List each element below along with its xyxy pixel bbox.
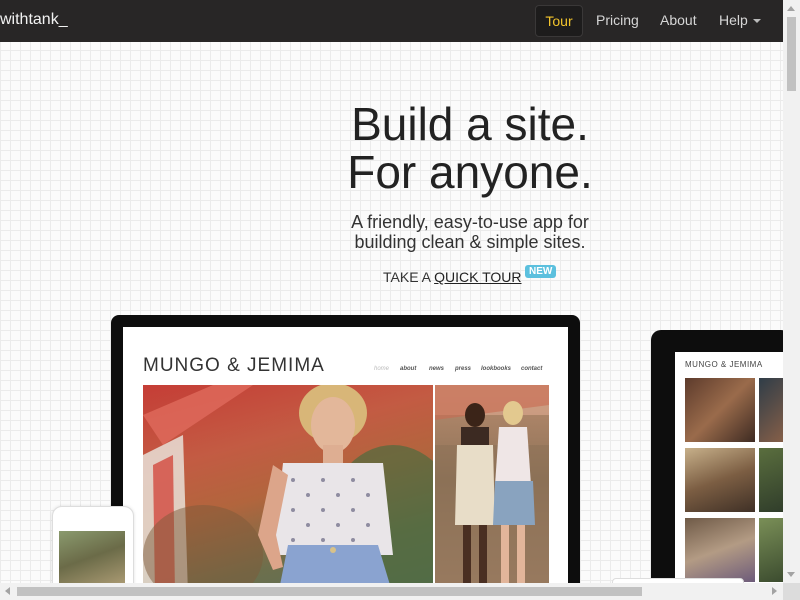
hero-title-line1: Build a site. [351, 98, 589, 150]
showcase-nav-lookbooks: lookbooks [481, 366, 512, 372]
showcase-site-logo: MUNGO & JEMIMA [143, 355, 325, 376]
scrollbar-corner [783, 583, 800, 600]
page-viewport: withtank_ Tour Pricing About Help Build … [0, 0, 783, 583]
nav-tour[interactable]: Tour [535, 5, 583, 37]
vertical-scrollbar[interactable] [783, 0, 800, 583]
cta-prefix: TAKE A [383, 269, 431, 285]
tablet-mockup: MUNGO & JEMIMA [651, 330, 783, 583]
nav-help-label: Help [719, 12, 748, 28]
scroll-right-icon[interactable] [772, 587, 777, 595]
brand-logo[interactable]: withtank_ [0, 11, 68, 29]
scroll-up-icon[interactable] [787, 6, 795, 11]
phone-screen [59, 531, 125, 583]
hero-subtitle-line2: building clean & simple sites. [354, 232, 586, 252]
new-badge: NEW [525, 265, 557, 278]
showcase-photo-two-women [435, 385, 549, 583]
showcase-nav-contact: contact [521, 366, 543, 372]
tablet-photo-2 [759, 378, 783, 442]
nav-pricing[interactable]: Pricing [596, 5, 639, 35]
showcase-nav-press: press [455, 366, 472, 372]
nav-help[interactable]: Help [719, 5, 761, 35]
top-navbar: withtank_ Tour Pricing About Help [0, 0, 783, 42]
tablet-photo-4 [759, 448, 783, 512]
showcase-nav-about: about [400, 366, 417, 372]
hero-subtitle: A friendly, easy-to-use app for building… [320, 212, 620, 252]
scroll-left-icon[interactable] [5, 587, 10, 595]
tablet-photo-3 [685, 448, 755, 512]
tablet-photo-1 [685, 378, 755, 442]
tablet-photo-6 [759, 518, 783, 582]
phone-mockup [52, 506, 134, 583]
chevron-down-icon [752, 19, 761, 24]
tablet-screen: MUNGO & JEMIMA [675, 352, 783, 583]
nav-about[interactable]: About [660, 5, 697, 35]
showcase-nav-news: news [429, 366, 445, 372]
vertical-scroll-thumb[interactable] [787, 17, 796, 91]
quick-tour-link[interactable]: QUICK TOUR [434, 269, 521, 285]
quick-tour-cta: TAKE A QUICK TOUR [383, 269, 522, 285]
showcase-nav-home: home [374, 366, 390, 372]
hero-title: Build a site. For anyone. [320, 100, 620, 196]
hero-subtitle-line1: A friendly, easy-to-use app for [351, 212, 589, 232]
horizontal-scroll-thumb[interactable] [17, 587, 642, 596]
laptop-screen: MUNGO & JEMIMA home about news press loo… [123, 327, 568, 583]
hero-title-line2: For anyone. [347, 146, 593, 198]
tablet-site-logo: MUNGO & JEMIMA [685, 360, 763, 369]
laptop-mockup: MUNGO & JEMIMA home about news press loo… [111, 315, 580, 583]
scroll-down-icon[interactable] [787, 572, 795, 577]
tablet-photo-5 [685, 518, 755, 582]
horizontal-scrollbar[interactable] [0, 583, 783, 600]
showcase-photo-woman [143, 385, 433, 583]
